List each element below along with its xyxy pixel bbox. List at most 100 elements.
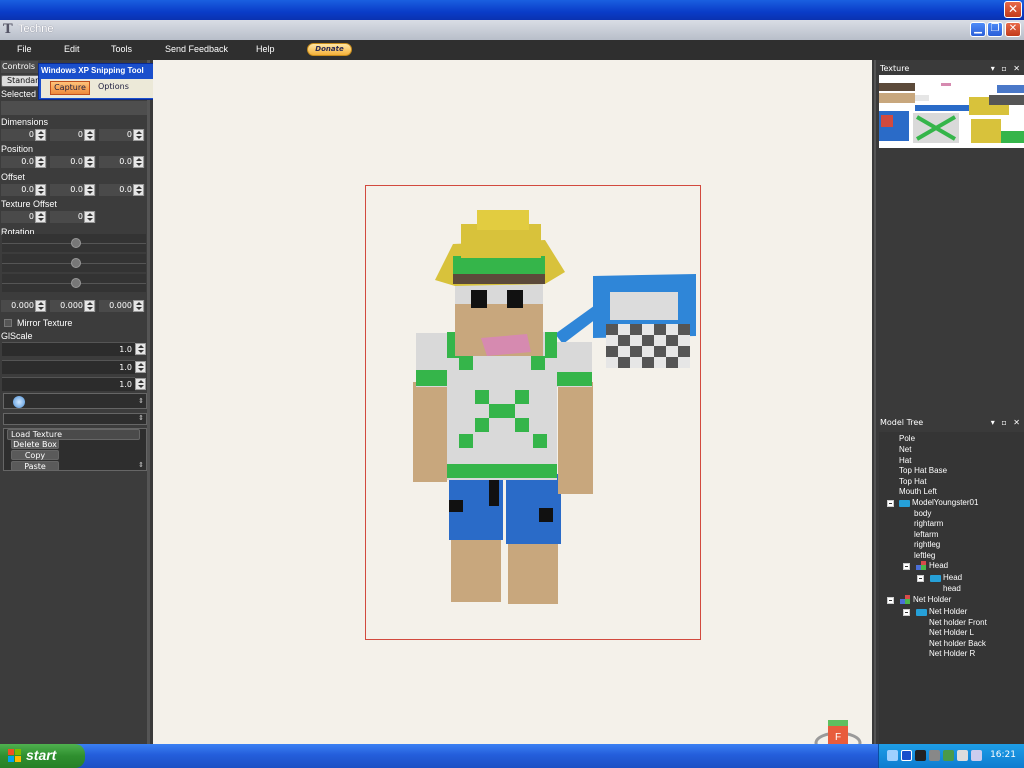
- tree-collapse-icon[interactable]: [887, 597, 894, 604]
- texture-offset-v-input[interactable]: 0: [50, 211, 96, 223]
- menu-tools[interactable]: Tools: [111, 44, 132, 54]
- offset-x-spinner[interactable]: [35, 184, 46, 196]
- menu-edit[interactable]: Edit: [64, 44, 80, 54]
- rotation-x-slider[interactable]: [2, 234, 146, 252]
- tree-item-hat[interactable]: Hat: [899, 456, 911, 465]
- menu-help[interactable]: Help: [256, 44, 275, 54]
- tray-app-icon[interactable]: [915, 750, 926, 761]
- position-x-input[interactable]: 0.0: [1, 156, 47, 168]
- rotation-x-input[interactable]: 0.000: [1, 300, 47, 312]
- tree-collapse-icon[interactable]: [903, 609, 910, 616]
- tree-item-net-holder-r[interactable]: Net Holder R: [929, 649, 975, 658]
- glscale-x-input[interactable]: 1.0: [2, 342, 135, 356]
- tree-item-leftarm[interactable]: leftarm: [914, 530, 938, 539]
- position-z-spinner[interactable]: [133, 156, 144, 168]
- donate-button[interactable]: Donate: [307, 43, 352, 56]
- tree-collapse-icon[interactable]: [887, 500, 894, 507]
- color-slider[interactable]: ⇕: [3, 393, 147, 409]
- actions-list-arrow-icon[interactable]: ⇕: [138, 461, 144, 469]
- dimension-x-input[interactable]: 0: [1, 129, 47, 141]
- tree-item-head[interactable]: head: [943, 584, 961, 593]
- color-slider-arrow-icon[interactable]: ⇕: [138, 397, 144, 405]
- rotation-x-spinner[interactable]: [35, 300, 46, 312]
- texture-panel-controls-icon[interactable]: ▾ ▫ ✕: [991, 62, 1022, 75]
- position-x-spinner[interactable]: [35, 156, 46, 168]
- tray-steam-icon[interactable]: [929, 750, 940, 761]
- texture-offset-u-input[interactable]: 0: [1, 211, 47, 223]
- standard-button[interactable]: Standar: [1, 75, 41, 87]
- tray-shield-icon[interactable]: [943, 750, 954, 761]
- tree-item-rightleg[interactable]: rightleg: [914, 540, 940, 549]
- rotation-z-spinner[interactable]: [133, 300, 144, 312]
- model-tree-controls-icon[interactable]: ▾ ▫ ✕: [991, 416, 1022, 429]
- tree-collapse-icon[interactable]: [917, 575, 924, 582]
- offset-z-input[interactable]: 0.0: [99, 184, 145, 196]
- texture-offset-u-spinner[interactable]: [35, 211, 46, 223]
- position-y-input[interactable]: 0.0: [50, 156, 96, 168]
- offset-z-spinner[interactable]: [133, 184, 144, 196]
- close-icon[interactable]: ✕: [1005, 22, 1021, 37]
- minimize-icon[interactable]: ▁: [970, 22, 986, 37]
- tree-item-top-hat-base[interactable]: Top Hat Base: [899, 466, 947, 475]
- glscale-y-input[interactable]: 1.0: [2, 360, 135, 374]
- rotation-z-slider-knob[interactable]: [71, 278, 81, 288]
- tree-item-net-holder-back[interactable]: Net holder Back: [929, 639, 986, 648]
- offset-x-input[interactable]: 0.0: [1, 184, 47, 196]
- texture-preview[interactable]: [879, 75, 1024, 148]
- tray-network-icon[interactable]: [887, 750, 898, 761]
- capture-button[interactable]: Capture: [50, 81, 90, 95]
- restore-icon[interactable]: ❐: [987, 22, 1003, 37]
- dimension-z-input[interactable]: 0: [99, 129, 145, 141]
- mirror-texture-checkbox[interactable]: [4, 319, 12, 327]
- position-z-input[interactable]: 0.0: [99, 156, 145, 168]
- tree-item-leftleg[interactable]: leftleg: [914, 551, 935, 560]
- tree-item-pole[interactable]: Pole: [899, 434, 915, 443]
- rotation-y-spinner[interactable]: [84, 300, 95, 312]
- tray-volume-icon[interactable]: [957, 750, 968, 761]
- tree-item-mouth-left[interactable]: Mouth Left: [899, 487, 937, 496]
- tree-item-body[interactable]: body: [914, 509, 931, 518]
- delete-box-button[interactable]: Delete Box: [11, 439, 59, 449]
- dimension-x-spinner[interactable]: [35, 129, 46, 141]
- rotation-y-slider-knob[interactable]: [71, 258, 81, 268]
- tray-arrow-icon[interactable]: [901, 750, 912, 761]
- menu-send-feedback[interactable]: Send Feedback: [165, 44, 228, 54]
- options-button[interactable]: Options: [98, 82, 129, 91]
- position-y-spinner[interactable]: [84, 156, 95, 168]
- tree-item-model-youngster[interactable]: ModelYoungster01: [912, 498, 978, 507]
- 3d-viewport[interactable]: F: [153, 60, 872, 766]
- start-button[interactable]: start: [0, 744, 85, 768]
- texture-list-arrow-icon[interactable]: ⇕: [138, 414, 144, 422]
- tree-item-head-folder[interactable]: Head: [943, 573, 962, 582]
- rotation-x-slider-knob[interactable]: [71, 238, 81, 248]
- tree-item-top-hat[interactable]: Top Hat: [899, 477, 927, 486]
- tray-display-icon[interactable]: [971, 750, 982, 761]
- offset-y-spinner[interactable]: [84, 184, 95, 196]
- glscale-z-spinner[interactable]: [135, 378, 146, 390]
- copy-button[interactable]: Copy: [11, 450, 59, 460]
- texture-offset-v-spinner[interactable]: [84, 211, 95, 223]
- glscale-z-input[interactable]: 1.0: [2, 377, 135, 391]
- rotation-y-slider[interactable]: [2, 254, 146, 272]
- tree-item-net[interactable]: Net: [899, 445, 911, 454]
- texture-list[interactable]: ⇕: [3, 413, 147, 425]
- color-slider-knob[interactable]: [13, 396, 25, 408]
- tree-item-net-holder-front[interactable]: Net holder Front: [929, 618, 987, 627]
- tree-item-net-holder-l[interactable]: Net Holder L: [929, 628, 974, 637]
- menu-file[interactable]: File: [17, 44, 32, 54]
- rotation-y-input[interactable]: 0.000: [50, 300, 96, 312]
- dimension-z-spinner[interactable]: [133, 129, 144, 141]
- tree-item-head-group[interactable]: Head: [929, 561, 948, 570]
- tree-collapse-icon[interactable]: [903, 563, 910, 570]
- tree-item-rightarm[interactable]: rightarm: [914, 519, 943, 528]
- glscale-x-spinner[interactable]: [135, 343, 146, 355]
- rotation-z-input[interactable]: 0.000: [99, 300, 145, 312]
- dimension-y-spinner[interactable]: [84, 129, 95, 141]
- paste-button[interactable]: Paste: [11, 461, 59, 471]
- offset-y-input[interactable]: 0.0: [50, 184, 96, 196]
- rotation-z-slider[interactable]: [2, 274, 146, 292]
- outer-close-icon[interactable]: ✕: [1004, 1, 1022, 18]
- glscale-y-spinner[interactable]: [135, 361, 146, 373]
- tree-item-net-holder-folder[interactable]: Net Holder: [929, 607, 967, 616]
- dimension-y-input[interactable]: 0: [50, 129, 96, 141]
